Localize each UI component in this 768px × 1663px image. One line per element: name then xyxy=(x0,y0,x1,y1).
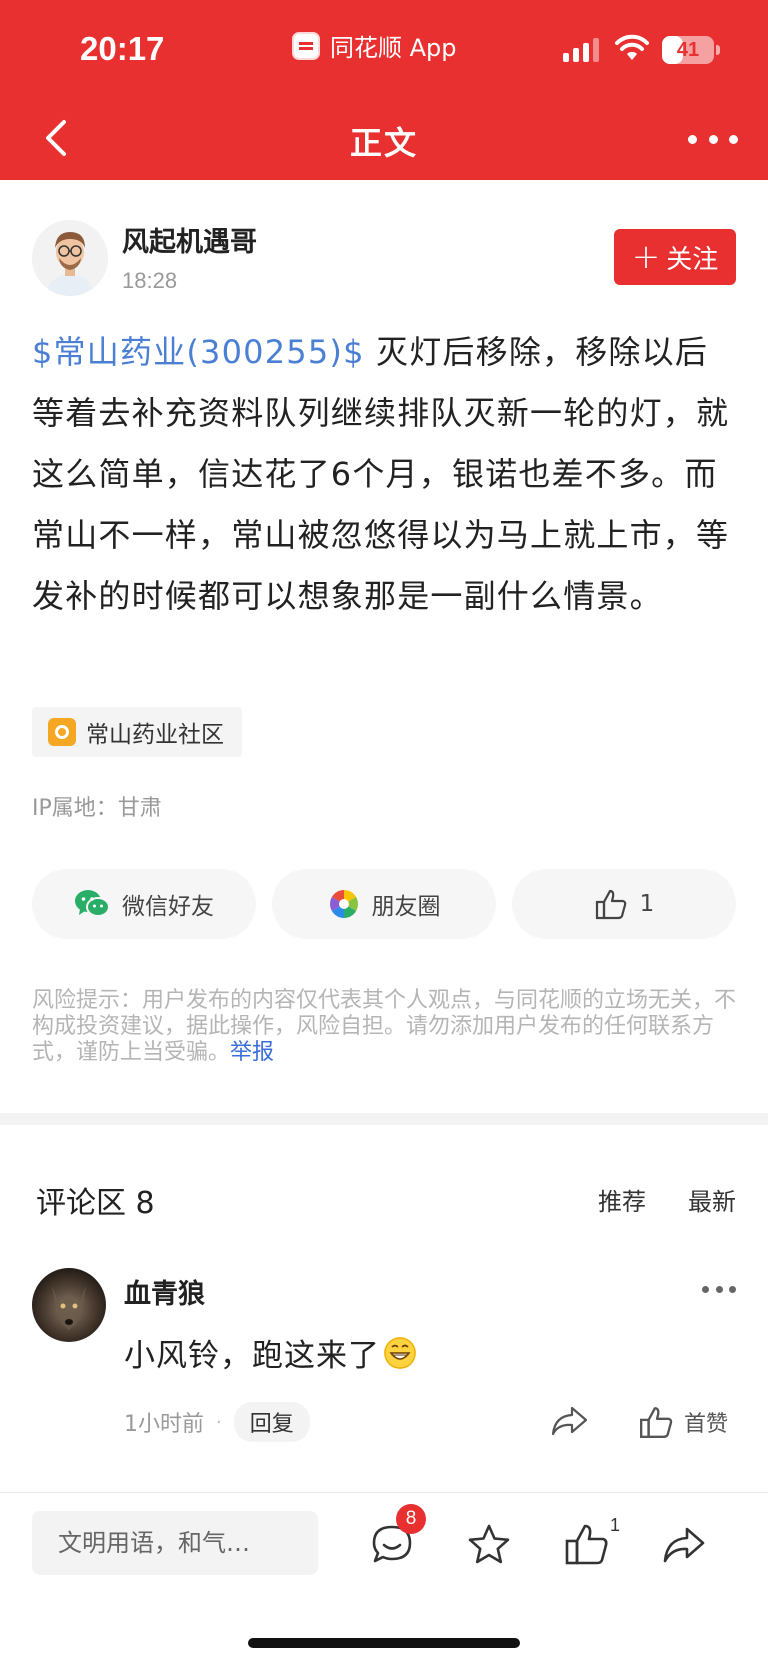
moments-icon xyxy=(329,890,358,918)
share-arrow-icon[interactable] xyxy=(660,1521,708,1569)
comment-meta: 1小时前 · 回复 xyxy=(124,1402,310,1442)
post-like-button[interactable]: 1 xyxy=(512,869,736,939)
thumbs-up-icon xyxy=(595,889,627,920)
ip-location: IP属地：甘肃 xyxy=(32,796,162,821)
battery-tip xyxy=(716,45,720,55)
cellular-signal-icon xyxy=(563,38,599,62)
share-moments-button[interactable]: 朋友圈 xyxy=(272,869,496,939)
nav-bar: 正文 xyxy=(0,100,768,180)
wechat-icon xyxy=(75,890,110,917)
comment-text: 小风铃，跑这来了 xyxy=(124,1330,416,1375)
community-tag-label: 常山药业社区 xyxy=(86,722,224,748)
status-bar: 20:17 同花顺 App 41 xyxy=(0,0,768,100)
comment-like-button[interactable]: 首赞 xyxy=(638,1402,728,1442)
comment-item: 血青狼 小风铃，跑这来了 1小时前 · 回复 首赞 xyxy=(32,1268,736,1448)
sort-latest-tab[interactable]: 最新 xyxy=(688,1182,736,1217)
author-avatar-image xyxy=(32,220,108,296)
app-header: 20:17 同花顺 App 41 正文 xyxy=(0,0,768,180)
post-text: 灭灯后移除，移除以后等着去补充资料队列继续排队灭新一轮的灯，就这么简单，信达花了… xyxy=(32,333,730,615)
section-divider xyxy=(0,1113,768,1125)
author-name[interactable]: 风起机遇哥 xyxy=(122,220,257,259)
comment-share-icon[interactable] xyxy=(548,1402,592,1442)
post-author-row: 风起机遇哥 18:28 + 关注 xyxy=(32,218,736,298)
comment-time: 1小时前 xyxy=(124,1412,204,1437)
commenter-avatar[interactable] xyxy=(32,1268,106,1342)
post-time: 18:28 xyxy=(122,268,178,293)
like-thumbs-up-icon[interactable] xyxy=(562,1521,610,1569)
comments-title: 评论区 8 xyxy=(36,1186,155,1221)
meta-dot: · xyxy=(216,1411,222,1433)
report-link[interactable]: 举报 xyxy=(230,1040,274,1065)
first-like-label: 首赞 xyxy=(684,1412,729,1437)
home-indicator xyxy=(248,1638,520,1648)
bottom-action-bar: 文明用语，和气… 8 1 xyxy=(0,1492,768,1663)
share-wechat-label: 微信好友 xyxy=(122,894,214,920)
share-moments-label: 朋友圈 xyxy=(371,894,441,920)
app-logo-icon xyxy=(292,31,320,60)
favorite-star-icon[interactable] xyxy=(465,1521,513,1569)
risk-notice-text: 风险提示：用户发布的内容仅代表其个人观点，与同花顺的立场无关，不构成投资建议，据… xyxy=(32,988,737,1065)
comment-input[interactable]: 文明用语，和气… xyxy=(32,1511,318,1575)
page-title: 正文 xyxy=(349,124,418,162)
battery-icon: 41 xyxy=(662,36,714,64)
plus-icon: + xyxy=(631,237,661,277)
follow-button[interactable]: + 关注 xyxy=(614,229,736,285)
app-indicator[interactable]: 同花顺 App xyxy=(292,28,457,63)
grinning-face-emoji xyxy=(384,1336,416,1369)
risk-notice: 风险提示：用户发布的内容仅代表其个人观点，与同花顺的立场无关，不构成投资建议，据… xyxy=(32,988,738,1066)
community-icon xyxy=(48,718,76,746)
commenter-name[interactable]: 血青狼 xyxy=(124,1272,205,1311)
reply-button[interactable]: 回复 xyxy=(233,1402,310,1442)
comment-text-content: 小风铃，跑这来了 xyxy=(124,1338,380,1374)
community-tag[interactable]: 常山药业社区 xyxy=(32,707,242,757)
comments-header: 评论区 8 推荐 最新 xyxy=(36,1178,736,1221)
status-time: 20:17 xyxy=(80,30,165,67)
comment-thumbs-up-icon xyxy=(640,1407,673,1438)
comment-count-badge: 8 xyxy=(396,1504,426,1534)
like-count: 1 xyxy=(610,1515,621,1535)
comment-more-icon[interactable] xyxy=(702,1286,736,1296)
share-wechat-button[interactable]: 微信好友 xyxy=(32,869,256,939)
wifi-icon xyxy=(615,34,649,60)
app-name: 同花顺 App xyxy=(330,34,457,62)
wolf-avatar-image xyxy=(52,1286,86,1330)
stock-link[interactable]: $常山药业(300255)$ xyxy=(32,333,365,371)
battery-percent: 41 xyxy=(676,39,700,61)
share-row: 微信好友 朋友圈 1 xyxy=(32,869,736,939)
more-options-icon[interactable] xyxy=(688,124,738,154)
follow-label: 关注 xyxy=(666,244,719,275)
sort-recommend-tab[interactable]: 推荐 xyxy=(598,1182,646,1217)
post-content: $常山药业(300255)$ 灭灯后移除，移除以后等着去补充资料队列继续排队灭新… xyxy=(32,322,738,627)
author-avatar[interactable] xyxy=(32,220,108,296)
post-like-count: 1 xyxy=(639,891,655,917)
